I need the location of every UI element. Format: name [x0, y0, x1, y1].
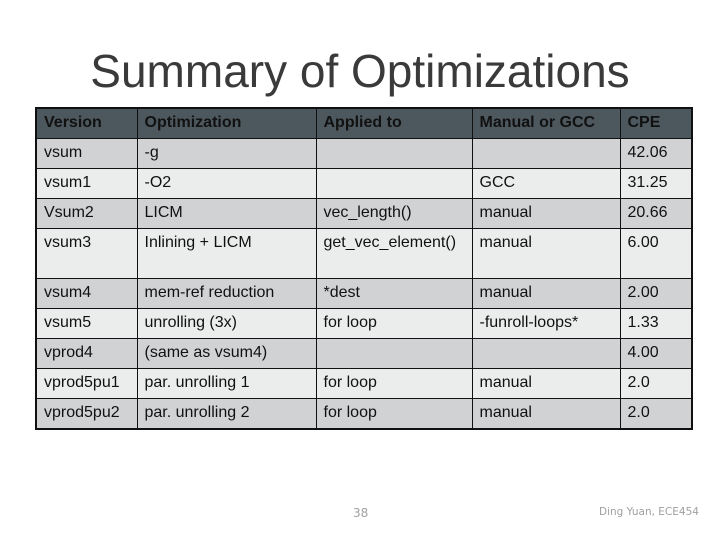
table-row: vsum5 unrolling (3x) for loop -funroll-l… [35, 308, 693, 339]
cell-version: vsum3 [35, 228, 138, 279]
cell-applied-to: get_vec_element() [315, 228, 473, 279]
cell-optimization: par. unrolling 2 [136, 398, 317, 430]
cell-optimization: (same as vsum4) [136, 338, 317, 369]
table-row: vsum4 mem-ref reduction *dest manual 2.0… [35, 278, 693, 309]
header-version: Version [35, 107, 138, 139]
cell-optimization: mem-ref reduction [136, 278, 317, 309]
cell-applied-to: for loop [315, 398, 473, 430]
cell-version: vprod5pu2 [35, 398, 138, 430]
table-row: Vsum2 LICM vec_length() manual 20.66 [35, 198, 693, 229]
cell-applied-to [315, 138, 473, 169]
cell-applied-to: *dest [315, 278, 473, 309]
table-row: vsum -g 42.06 [35, 138, 693, 169]
cell-version: vprod5pu1 [35, 368, 138, 399]
header-optimization: Optimization [136, 107, 317, 139]
cell-optimization: unrolling (3x) [136, 308, 317, 339]
cell-cpe: 2.00 [619, 278, 693, 309]
cell-applied-to: vec_length() [315, 198, 473, 229]
table-row: vsum3 Inlining + LICM get_vec_element() … [35, 228, 693, 279]
cell-manual-or-gcc [471, 338, 621, 369]
cell-version: Vsum2 [35, 198, 138, 229]
cell-cpe: 42.06 [619, 138, 693, 169]
cell-applied-to [315, 168, 473, 199]
cell-manual-or-gcc: -funroll-loops* [471, 308, 621, 339]
optimizations-table: Version Optimization Applied to Manual o… [35, 107, 693, 430]
cell-optimization: -g [136, 138, 317, 169]
cell-manual-or-gcc: manual [471, 398, 621, 430]
cell-version: vsum1 [35, 168, 138, 199]
cell-version: vsum [35, 138, 138, 169]
cell-manual-or-gcc: GCC [471, 168, 621, 199]
cell-manual-or-gcc: manual [471, 278, 621, 309]
header-cpe: CPE [619, 107, 693, 139]
cell-optimization: Inlining + LICM [136, 228, 317, 279]
slide-number: 38 [353, 506, 369, 520]
cell-manual-or-gcc: manual [471, 198, 621, 229]
header-manual-or-gcc: Manual or GCC [471, 107, 621, 139]
cell-version: vprod4 [35, 338, 138, 369]
table-row: vsum1 -O2 GCC 31.25 [35, 168, 693, 199]
cell-optimization: par. unrolling 1 [136, 368, 317, 399]
table-row: vprod5pu2 par. unrolling 2 for loop manu… [35, 398, 693, 430]
cell-manual-or-gcc [471, 138, 621, 169]
cell-optimization: LICM [136, 198, 317, 229]
cell-optimization: -O2 [136, 168, 317, 199]
cell-version: vsum5 [35, 308, 138, 339]
slide-credit: Ding Yuan, ECE454 [599, 506, 699, 518]
header-applied-to: Applied to [315, 107, 473, 139]
cell-cpe: 4.00 [619, 338, 693, 369]
cell-manual-or-gcc: manual [471, 368, 621, 399]
cell-applied-to: for loop [315, 308, 473, 339]
cell-cpe: 20.66 [619, 198, 693, 229]
cell-applied-to: for loop [315, 368, 473, 399]
cell-version: vsum4 [35, 278, 138, 309]
cell-applied-to [315, 338, 473, 369]
cell-cpe: 6.00 [619, 228, 693, 279]
cell-cpe: 2.0 [619, 398, 693, 430]
cell-cpe: 31.25 [619, 168, 693, 199]
slide-title: Summary of Optimizations [90, 45, 630, 97]
table-row: vprod5pu1 par. unrolling 1 for loop manu… [35, 368, 693, 399]
cell-manual-or-gcc: manual [471, 228, 621, 279]
table-row: vprod4 (same as vsum4) 4.00 [35, 338, 693, 369]
cell-cpe: 2.0 [619, 368, 693, 399]
cell-cpe: 1.33 [619, 308, 693, 339]
table-header-row: Version Optimization Applied to Manual o… [35, 107, 693, 139]
